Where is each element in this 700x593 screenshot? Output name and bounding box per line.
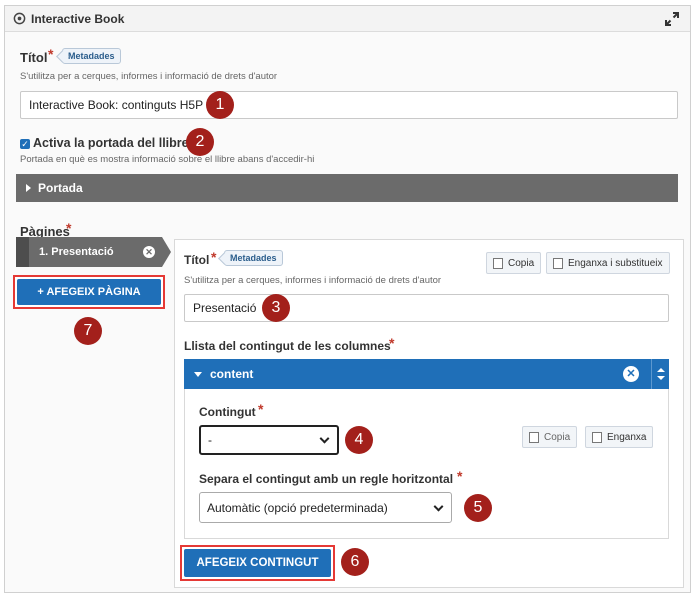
- required-marker: *: [258, 401, 264, 417]
- callout-1: 1: [206, 91, 234, 119]
- paste-icon: [553, 257, 563, 269]
- editor-title: Interactive Book: [31, 12, 125, 26]
- content-type-value: -: [208, 433, 212, 447]
- callout-5: 5: [464, 494, 492, 522]
- content-copy-button[interactable]: Copia: [522, 426, 578, 448]
- chevron-down-icon: [319, 433, 330, 444]
- cover-checkbox[interactable]: ✓: [20, 139, 30, 149]
- required-marker: *: [211, 249, 217, 265]
- content-label: Contingut: [199, 405, 256, 419]
- move-down-icon[interactable]: [656, 376, 665, 380]
- required-marker: *: [457, 468, 463, 484]
- separator-value: Automàtic (opció predeterminada): [207, 500, 388, 515]
- page-tab-label: 1. Presentació: [39, 246, 114, 258]
- paste-replace-button[interactable]: Enganxa i substitueix: [546, 252, 670, 274]
- h5p-gear-icon: [13, 12, 26, 25]
- editor-header: Interactive Book: [5, 6, 690, 32]
- metadata-button[interactable]: Metadades: [62, 48, 121, 64]
- callout-6: 6: [341, 548, 369, 576]
- paste-icon: [592, 431, 602, 443]
- cover-description: Portada en què es mostra informació sobr…: [20, 154, 315, 165]
- move-up-icon[interactable]: [656, 368, 665, 372]
- cover-group-header[interactable]: Portada: [16, 174, 678, 202]
- separator-select[interactable]: Automàtic (opció predeterminada): [199, 492, 452, 523]
- page-title-value: Presentació: [193, 301, 257, 315]
- title-input-value: Interactive Book: continguts H5P: [29, 98, 204, 112]
- callout-2: 2: [186, 128, 214, 156]
- callout-4: 4: [345, 426, 373, 454]
- page-tab-presentacio[interactable]: 1. Presentació ✕: [16, 237, 171, 267]
- title-input[interactable]: Interactive Book: continguts H5P: [20, 91, 678, 119]
- callout-7: 7: [74, 317, 102, 345]
- caret-right-icon: [26, 184, 31, 192]
- page-title-label: Títol: [184, 253, 210, 267]
- callout-3: 3: [262, 294, 290, 322]
- required-marker: *: [48, 46, 54, 62]
- cover-label: Activa la portada del llibre: [33, 136, 189, 150]
- metadata-button[interactable]: Metadades: [224, 250, 283, 266]
- separator-label: Separa el contingut amb un regle horitzo…: [199, 472, 454, 486]
- chevron-down-icon: [433, 501, 444, 512]
- content-group-label: content: [210, 367, 254, 381]
- columns-label: Llista del contingut de les columnes: [184, 339, 391, 353]
- page-title-input[interactable]: Presentació: [184, 294, 669, 322]
- caret-down-icon: [194, 371, 202, 377]
- remove-icon[interactable]: ✕: [623, 366, 639, 382]
- reorder-arrows[interactable]: [651, 359, 669, 389]
- add-page-highlight: + AFEGEIX PÀGINA: [13, 275, 165, 309]
- cover-group-label: Portada: [38, 181, 83, 195]
- required-marker: *: [389, 335, 395, 351]
- copy-button[interactable]: Copia: [486, 252, 542, 274]
- title-label: Títol: [20, 50, 48, 65]
- required-marker: *: [66, 220, 72, 236]
- tab-handle: [16, 237, 29, 267]
- add-content-button[interactable]: AFEGEIX CONTINGUT: [184, 549, 331, 577]
- content-group-header[interactable]: content ✕: [184, 359, 669, 389]
- add-content-highlight: AFEGEIX CONTINGUT: [180, 545, 335, 581]
- add-page-button[interactable]: + AFEGEIX PÀGINA: [17, 279, 161, 305]
- page-title-description: S'utilitza per a cerques, informes i inf…: [184, 275, 442, 286]
- copy-icon: [493, 257, 503, 269]
- content-paste-button[interactable]: Enganxa: [585, 426, 654, 448]
- close-icon[interactable]: ✕: [143, 246, 155, 258]
- expand-arrows-icon[interactable]: [664, 11, 680, 27]
- title-description: S'utilitza per a cerques, informes i inf…: [20, 71, 278, 82]
- content-type-select[interactable]: -: [199, 425, 339, 455]
- copy-icon: [529, 431, 539, 443]
